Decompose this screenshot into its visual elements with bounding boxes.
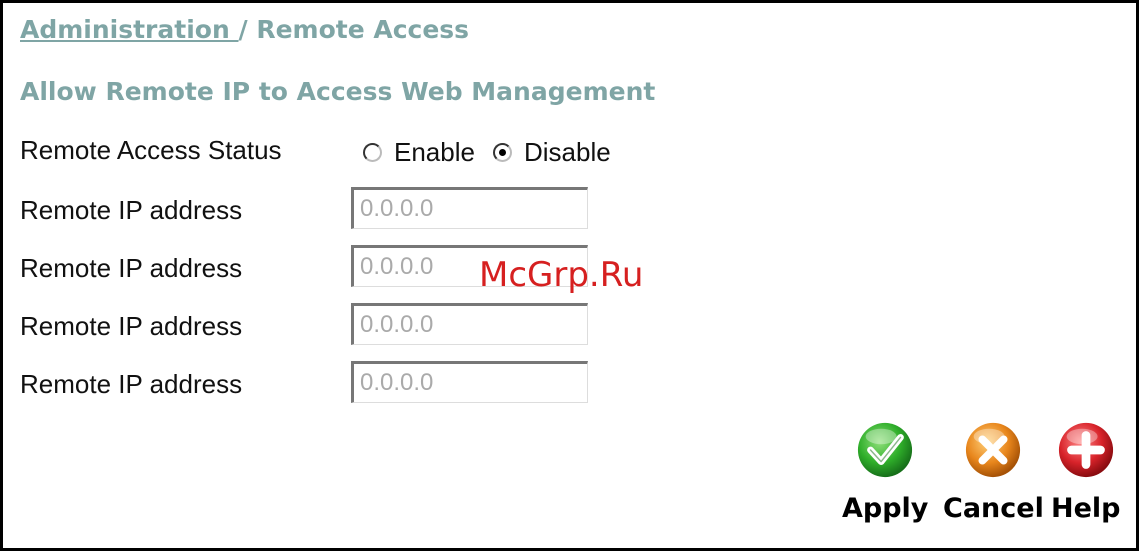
breadcrumb-link-administration[interactable]: Administration	[20, 15, 238, 44]
disable-radio[interactable]	[492, 143, 512, 162]
remote-access-status-radio-group: Enable Disable	[363, 137, 629, 168]
watermark-text: McGrp.Ru	[479, 255, 644, 295]
remote-ip-label-3: Remote IP address	[20, 311, 243, 341]
checkmark-icon	[858, 422, 913, 478]
apply-button[interactable]: Apply	[842, 421, 928, 524]
breadcrumb: Administration / Remote Access	[20, 15, 469, 44]
remote-ip-input-4[interactable]	[351, 361, 588, 403]
remote-access-panel: Administration / Remote Access Allow Rem…	[0, 0, 1139, 551]
cancel-label: Cancel	[943, 493, 1044, 524]
breadcrumb-separator: /	[238, 15, 257, 44]
enable-radio-label[interactable]: Enable	[394, 137, 475, 168]
apply-label: Apply	[842, 493, 929, 524]
remote-ip-input-3[interactable]	[351, 303, 588, 345]
breadcrumb-current: Remote Access	[256, 15, 470, 44]
remote-ip-label-1: Remote IP address	[20, 195, 243, 225]
remote-ip-input-1[interactable]	[351, 187, 588, 229]
help-button[interactable]: Help	[1051, 421, 1121, 524]
remote-ip-label-4: Remote IP address	[20, 369, 243, 399]
x-icon	[966, 422, 1021, 478]
remote-ip-label-2: Remote IP address	[20, 253, 243, 283]
cancel-button[interactable]: Cancel	[943, 421, 1044, 524]
help-label: Help	[1051, 493, 1121, 524]
plus-icon	[1058, 422, 1113, 478]
remote-access-status-label: Remote Access Status	[20, 135, 282, 165]
enable-radio[interactable]	[363, 143, 382, 162]
disable-radio-label[interactable]: Disable	[524, 137, 611, 168]
section-title: Allow Remote IP to Access Web Management	[20, 77, 656, 106]
